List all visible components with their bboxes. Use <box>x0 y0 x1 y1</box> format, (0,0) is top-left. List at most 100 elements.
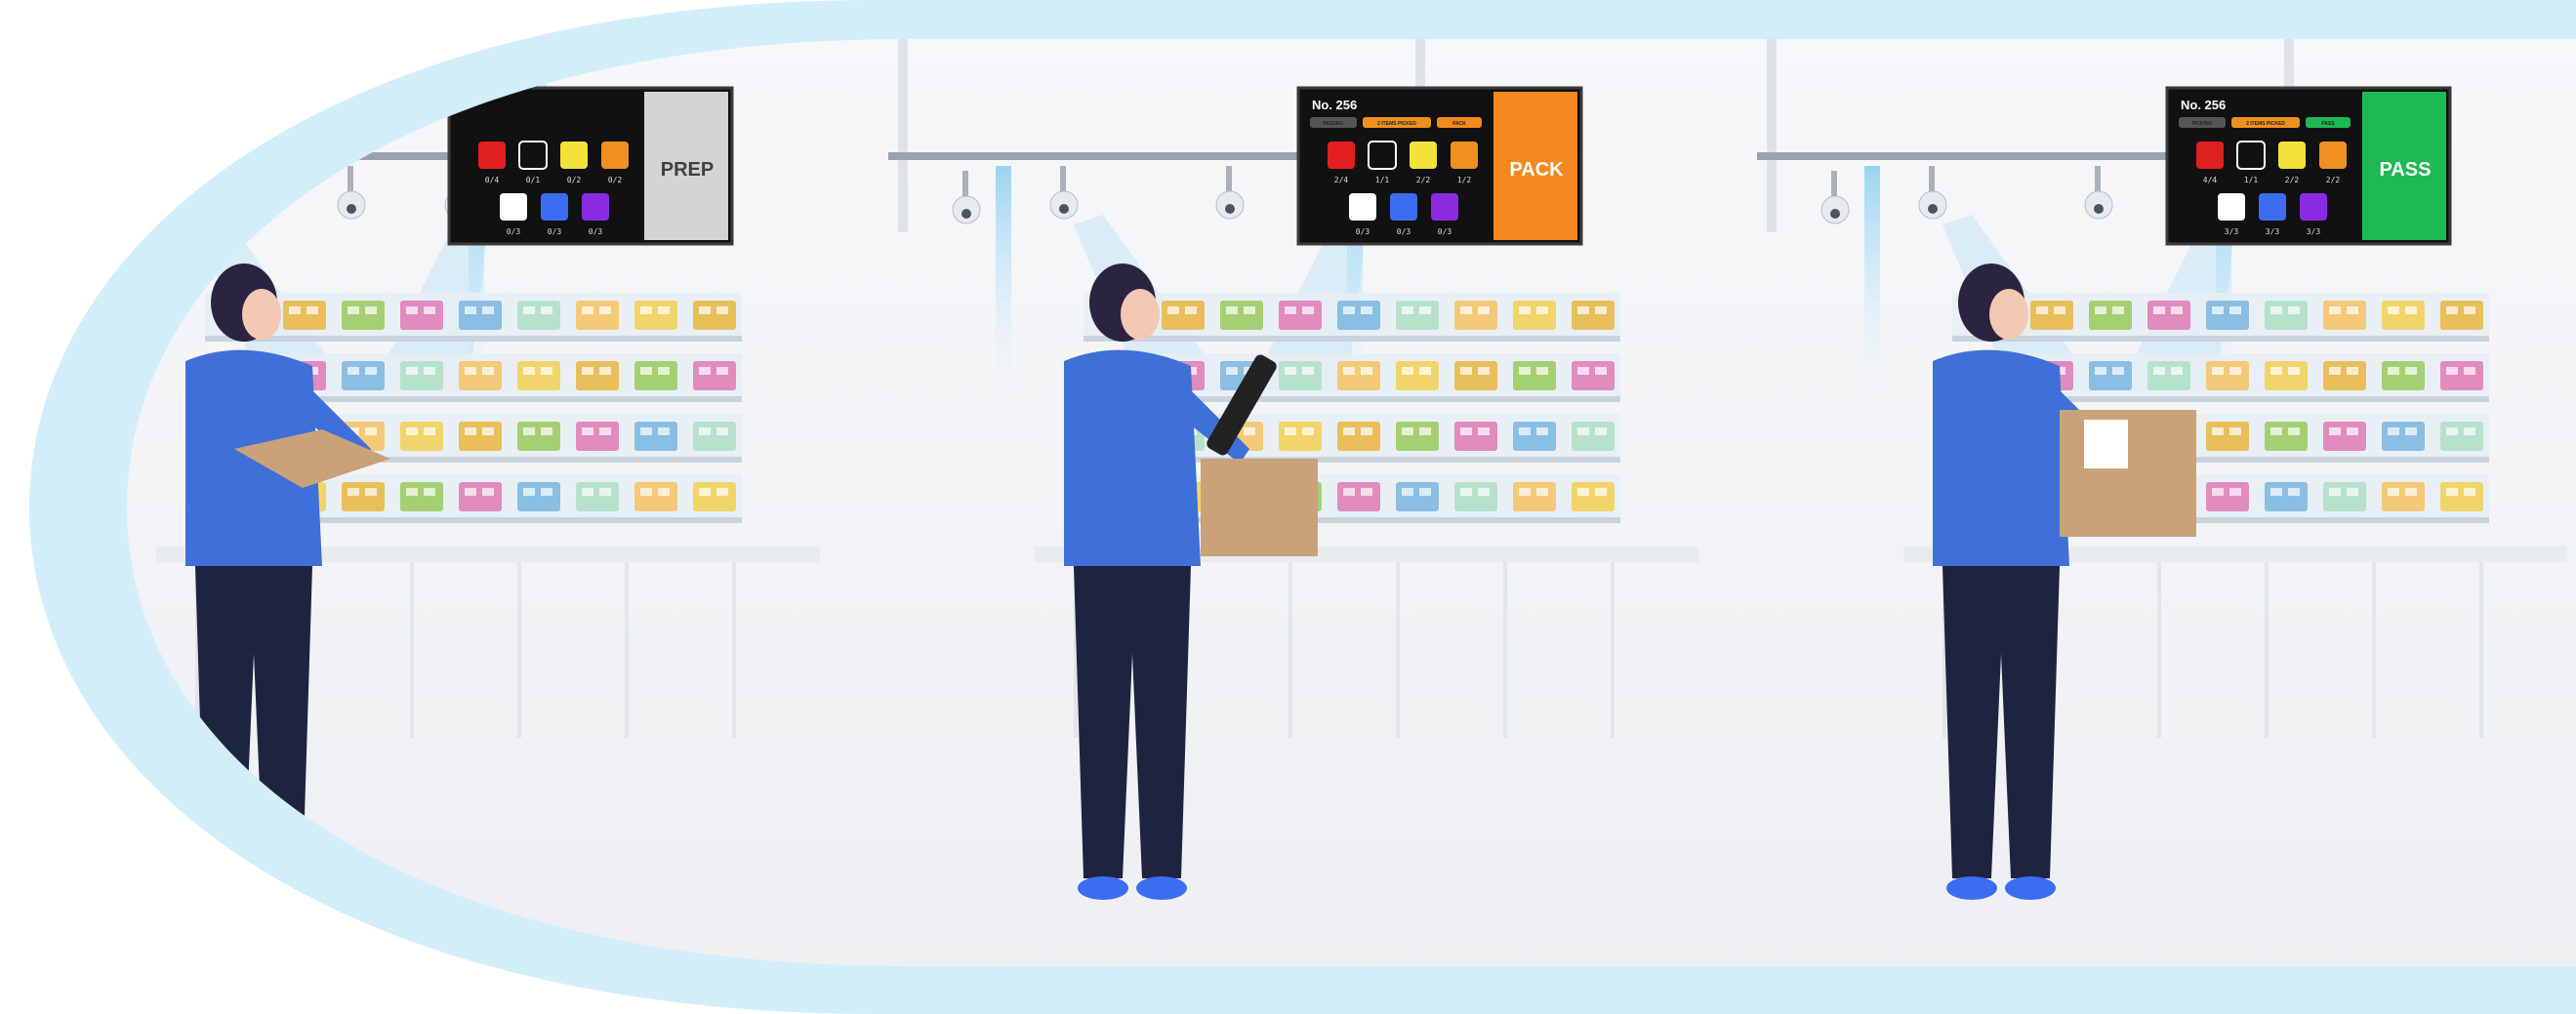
bin <box>400 301 443 330</box>
bin-slot <box>699 427 711 435</box>
bin-slot <box>582 367 593 375</box>
bin-slot <box>465 306 476 314</box>
bin <box>400 482 443 511</box>
slot-count: 0/3 <box>589 227 603 236</box>
bin-slot <box>1285 367 1296 375</box>
bin-slot <box>1577 367 1589 375</box>
bin-slot <box>2347 488 2358 496</box>
bin-slot <box>1402 427 1413 435</box>
bin <box>1279 361 1322 390</box>
bin-slot <box>2329 306 2341 314</box>
bin <box>2382 301 2425 330</box>
bin-slot <box>365 427 377 435</box>
bin-slot <box>2446 427 2458 435</box>
camera-mount <box>84 171 90 208</box>
bin-slot <box>716 427 728 435</box>
slot-count: 0/3 <box>1397 227 1411 236</box>
bin-slot <box>2212 488 2224 496</box>
bin <box>1337 422 1380 451</box>
slot-count: 0/3 <box>548 227 562 236</box>
bin-slot <box>465 488 476 496</box>
status-tag-label: PICKING <box>2192 121 2213 127</box>
bin <box>2323 301 2366 330</box>
bin-slot <box>1460 367 1472 375</box>
bin-slot <box>1343 306 1355 314</box>
bin <box>693 361 736 390</box>
bin-slot <box>1577 306 1589 314</box>
bin-slot <box>2347 367 2358 375</box>
bin <box>342 361 385 390</box>
bin-slot <box>1285 427 1296 435</box>
bin-slot <box>482 488 494 496</box>
camera-lens <box>83 209 93 219</box>
bin-slot <box>348 488 359 496</box>
bin-slot <box>482 367 494 375</box>
bin-slot <box>1302 427 1314 435</box>
bin-slot <box>699 306 711 314</box>
bin-slot <box>658 367 670 375</box>
bin-slot <box>640 367 652 375</box>
counter-leg <box>625 562 629 738</box>
bin-slot <box>1302 306 1314 314</box>
bin <box>1454 361 1497 390</box>
bin-slot <box>2446 367 2458 375</box>
bin-slot <box>1361 306 1372 314</box>
slot-color <box>518 141 548 170</box>
bin-slot <box>2270 367 2282 375</box>
bin-slot <box>2405 367 2417 375</box>
bin-slot <box>2229 367 2241 375</box>
bin-slot <box>1478 367 1490 375</box>
bin <box>1220 301 1263 330</box>
shelf-edge <box>1084 336 1620 342</box>
slot-color <box>2278 142 2306 169</box>
bin-slot <box>582 427 593 435</box>
worker-shirt <box>1933 349 2069 566</box>
bin <box>342 482 385 511</box>
counter-leg <box>1611 562 1615 738</box>
bin <box>400 361 443 390</box>
slot-color <box>2300 193 2327 221</box>
bin-slot <box>365 306 377 314</box>
bin-slot <box>2464 488 2475 496</box>
bin <box>576 301 619 330</box>
bin-slot <box>1460 427 1472 435</box>
bin-slot <box>582 488 593 496</box>
counter-leg <box>732 562 736 738</box>
slot-count: 1/2 <box>1457 176 1472 184</box>
bin <box>517 422 560 451</box>
bin-slot <box>2171 306 2183 314</box>
bin-slot <box>1167 306 1179 314</box>
bin-slot <box>599 306 611 314</box>
bin-slot <box>348 306 359 314</box>
slot-color <box>2236 141 2266 170</box>
bin-slot <box>1285 306 1296 314</box>
camera-lens <box>1928 204 1938 214</box>
camera-icon <box>74 196 102 223</box>
order-number: No. 256 <box>1312 98 1357 112</box>
bin-slot <box>1519 488 1531 496</box>
bin <box>2265 361 2308 390</box>
slot-color <box>1390 193 1417 221</box>
bin-slot <box>1402 488 1413 496</box>
status-tag-label: 2 ITEMS PICKED <box>1377 121 1416 127</box>
bin <box>1513 301 1556 330</box>
status-tag-label: 2 ITEMS PICKED <box>2246 121 2285 127</box>
bin-slot <box>1419 306 1431 314</box>
bin-slot <box>2171 367 2183 375</box>
slot-color <box>1349 193 1376 221</box>
bin <box>2440 361 2483 390</box>
bin <box>2440 301 2483 330</box>
bin <box>1162 301 1205 330</box>
rail-post <box>898 39 908 232</box>
status-label: PASS <box>2380 159 2432 181</box>
bin-slot <box>599 427 611 435</box>
bin-slot <box>289 306 301 314</box>
worker-shoe <box>1078 876 1128 900</box>
bin-slot <box>2212 427 2224 435</box>
bin-slot <box>541 427 552 435</box>
bin-slot <box>1419 427 1431 435</box>
bin-slot <box>2288 488 2300 496</box>
slot-count: 2/2 <box>1416 176 1431 184</box>
counter-leg <box>2479 562 2483 738</box>
counter-leg <box>1396 562 1400 738</box>
